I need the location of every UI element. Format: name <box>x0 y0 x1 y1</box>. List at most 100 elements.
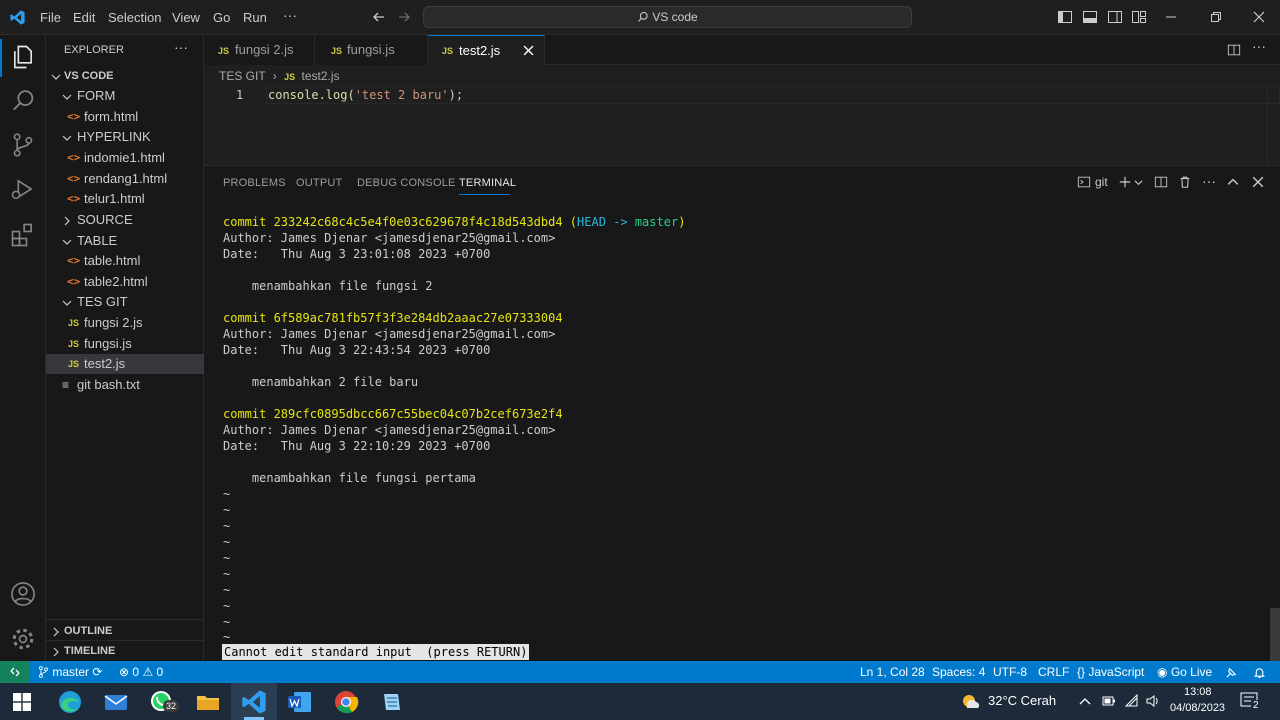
file-indomie1-html[interactable]: <> indomie1.html <box>46 148 204 168</box>
weather-text[interactable]: 32°C Cerah <box>988 693 1056 708</box>
tab-debug-console[interactable]: DEBUG CONSOLE <box>357 177 456 189</box>
explorer-icon[interactable] <box>9 43 37 71</box>
tab-terminal[interactable]: TERMINAL <box>459 177 516 189</box>
editor-more-button[interactable]: ··· <box>1252 38 1266 54</box>
branch-indicator[interactable]: master ⟳ <box>38 665 102 679</box>
remote-indicator[interactable] <box>0 661 30 683</box>
file-test2-js[interactable]: JS test2.js <box>46 354 204 374</box>
code-line[interactable]: console.log('test 2 baru'); <box>268 88 463 102</box>
tab-fungsi-js[interactable]: JS fungsi.js <box>315 35 428 65</box>
warning-count: 0 <box>156 665 164 679</box>
chevron-down-icon[interactable] <box>1134 178 1143 187</box>
timeline-section[interactable]: TIMELINE <box>46 641 204 661</box>
accounts-icon[interactable] <box>9 580 37 608</box>
error-icon: ⊗ <box>119 665 130 679</box>
toggle-panel-icon[interactable] <box>1082 9 1098 25</box>
new-terminal-icon[interactable] <box>1118 175 1132 189</box>
toggle-sidebar-icon[interactable] <box>1057 9 1073 25</box>
menu-more[interactable]: ··· <box>283 7 297 23</box>
clock-date[interactable]: 04/08/2023 <box>1170 702 1225 714</box>
forward-arrow-icon[interactable] <box>396 9 412 25</box>
customize-layout-icon[interactable] <box>1131 9 1147 25</box>
search-icon[interactable] <box>9 87 37 115</box>
mail-icon[interactable] <box>102 688 130 716</box>
file-fungsi-js[interactable]: JS fungsi.js <box>46 334 204 354</box>
breadcrumb-file[interactable]: test2.js <box>302 69 340 83</box>
trash-icon[interactable] <box>1178 175 1192 189</box>
menu-view[interactable]: View <box>172 10 200 25</box>
editor-scrollbar[interactable] <box>1267 85 1280 165</box>
menu-go[interactable]: Go <box>213 10 230 25</box>
toggle-secondary-sidebar-icon[interactable] <box>1107 9 1123 25</box>
close-panel-icon[interactable] <box>1252 176 1264 188</box>
explorer-more-button[interactable]: ··· <box>174 39 188 55</box>
problems-indicator[interactable]: ⊗ 0 ⚠ 0 <box>119 665 163 679</box>
close-window-icon[interactable] <box>1251 9 1267 25</box>
menu-run[interactable]: Run <box>243 10 267 25</box>
workspace-root[interactable]: VS CODE <box>46 66 204 86</box>
outline-label: OUTLINE <box>64 625 113 637</box>
chevron-up-icon[interactable] <box>1079 696 1091 706</box>
restore-icon[interactable] <box>1208 9 1224 25</box>
language-mode[interactable]: {} JavaScript <box>1077 665 1144 679</box>
file-table-html[interactable]: <> table.html <box>46 251 204 271</box>
feedback-icon[interactable] <box>1225 666 1238 679</box>
battery-icon[interactable] <box>1102 695 1116 707</box>
split-terminal-icon[interactable] <box>1154 175 1168 189</box>
clock-time[interactable]: 13:08 <box>1184 686 1212 698</box>
tab-fungsi-2-js[interactable]: JS fungsi 2.js <box>204 35 315 65</box>
folder-table[interactable]: TABLE <box>46 231 204 251</box>
file-git-bash-txt[interactable]: ≡ git bash.txt <box>46 375 204 395</box>
word-icon[interactable] <box>286 688 314 716</box>
file-form-html[interactable]: <> form.html <box>46 107 204 127</box>
tab-label: fungsi 2.js <box>235 42 294 57</box>
cursor-position[interactable]: Ln 1, Col 28 <box>860 665 925 679</box>
volume-icon[interactable] <box>1145 694 1160 708</box>
run-debug-icon[interactable] <box>9 175 37 203</box>
file-fungsi-2-js[interactable]: JS fungsi 2.js <box>46 313 204 333</box>
notepad-icon[interactable] <box>378 688 406 716</box>
split-editor-icon[interactable] <box>1227 43 1241 57</box>
go-live-button[interactable]: ◉ Go Live <box>1157 665 1212 679</box>
folder-form[interactable]: FORM <box>46 86 204 106</box>
panel-more-button[interactable]: ··· <box>1202 173 1216 189</box>
outline-section[interactable]: OUTLINE <box>46 621 204 641</box>
menu-selection[interactable]: Selection <box>108 10 161 25</box>
file-table2-html[interactable]: <> table2.html <box>46 272 204 292</box>
close-tab-icon[interactable] <box>523 45 534 56</box>
file-telur1-html[interactable]: <> telur1.html <box>46 189 204 209</box>
tab-problems[interactable]: PROBLEMS <box>223 177 286 189</box>
edge-icon[interactable] <box>56 688 84 716</box>
wifi-icon[interactable] <box>1124 694 1139 708</box>
tab-output[interactable]: OUTPUT <box>296 177 342 189</box>
maximize-panel-icon[interactable] <box>1227 176 1239 188</box>
terminal-scrollbar[interactable] <box>1270 608 1280 662</box>
menu-file[interactable]: File <box>40 10 61 25</box>
vscode-taskbar-icon[interactable] <box>240 688 268 716</box>
file-explorer-icon[interactable] <box>194 688 222 716</box>
folder-hyperlink[interactable]: HYPERLINK <box>46 127 204 147</box>
back-arrow-icon[interactable] <box>371 9 387 25</box>
encoding[interactable]: UTF-8 <box>993 665 1027 679</box>
breadcrumb-folder[interactable]: TES GIT <box>219 69 265 83</box>
file-rendang1-html[interactable]: <> rendang1.html <box>46 169 204 189</box>
end-of-line[interactable]: CRLF <box>1038 665 1069 679</box>
minimize-icon[interactable] <box>1163 9 1179 25</box>
tab-label: test2.js <box>459 43 501 58</box>
editor-area[interactable]: TES GIT › JS test2.js 1 console.log('tes… <box>204 65 1280 165</box>
folder-tes-git[interactable]: TES GIT <box>46 292 204 312</box>
chrome-icon[interactable] <box>332 688 360 716</box>
bell-icon[interactable] <box>1253 666 1266 679</box>
file-label: rendang1.html <box>84 171 168 186</box>
indentation[interactable]: Spaces: 4 <box>932 665 985 679</box>
extensions-icon[interactable] <box>9 221 37 249</box>
manage-gear-icon[interactable] <box>9 625 37 653</box>
weather-icon[interactable] <box>960 691 982 713</box>
tab-test2-js[interactable]: JS test2.js <box>428 35 545 65</box>
menu-edit[interactable]: Edit <box>73 10 95 25</box>
source-control-icon[interactable] <box>9 131 37 159</box>
terminal-name[interactable]: git <box>1095 175 1108 189</box>
windows-start-icon[interactable] <box>13 693 31 711</box>
command-center-search[interactable]: VS code <box>423 6 912 28</box>
folder-source[interactable]: SOURCE <box>46 210 204 230</box>
